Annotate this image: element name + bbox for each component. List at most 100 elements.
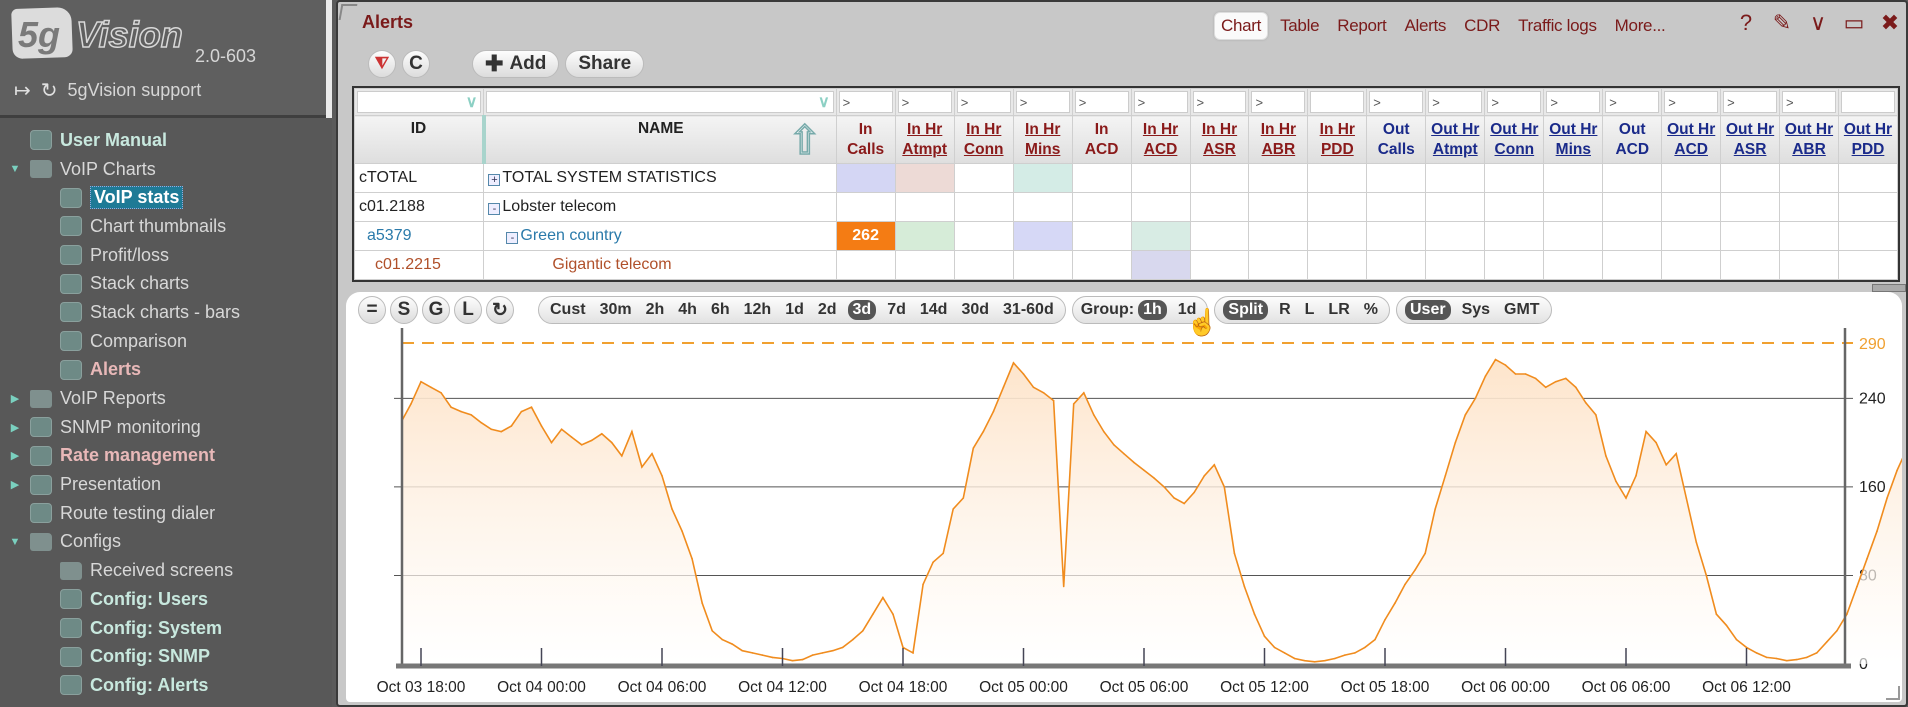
collapsed-arrow-icon[interactable]: ▶ [8, 392, 22, 405]
edit-icon[interactable]: ✎ [1769, 10, 1795, 36]
column-header-in-hr-mins[interactable]: In Hr Mins [1012, 115, 1073, 164]
column-filter-input[interactable]: > [1074, 91, 1129, 113]
data-cell[interactable] [1071, 250, 1132, 280]
data-cell[interactable] [1189, 163, 1250, 193]
close-icon[interactable]: ✖ [1877, 10, 1903, 36]
data-cell[interactable] [1661, 163, 1722, 193]
column-filter-input[interactable]: > [1428, 91, 1483, 113]
table-row[interactable]: c01.2188 - Lobster telecom [354, 192, 1898, 222]
data-cell[interactable] [894, 250, 955, 280]
data-cell[interactable] [894, 221, 955, 251]
tab-alerts[interactable]: Alerts [1398, 13, 1452, 39]
name-filter-input[interactable]: ∨ [486, 91, 834, 113]
column-filter-input[interactable]: > [1133, 91, 1188, 113]
sidebar-item-stack-charts-bars[interactable]: Stack charts - bars [0, 298, 332, 327]
data-cell[interactable] [1602, 192, 1663, 222]
data-cell[interactable] [1130, 221, 1191, 251]
table-row[interactable]: a5379- Green country 262 [354, 221, 1898, 251]
column-filter-input[interactable]: > [1546, 91, 1601, 113]
maximize-icon[interactable]: ▭ [1841, 10, 1867, 36]
data-cell[interactable] [1425, 192, 1486, 222]
sidebar-item-comparison[interactable]: Comparison [0, 327, 332, 356]
data-cell[interactable] [1189, 192, 1250, 222]
data-cell[interactable] [1425, 250, 1486, 280]
data-cell[interactable] [1837, 221, 1898, 251]
column-header-out-hr-asr[interactable]: Out Hr ASR [1720, 115, 1781, 164]
tab-table[interactable]: Table [1274, 13, 1325, 39]
tab-traffic-logs[interactable]: Traffic logs [1512, 13, 1603, 39]
collapsed-arrow-icon[interactable]: ▶ [8, 421, 22, 434]
column-header-in-hr-asr[interactable]: In Hr ASR [1189, 115, 1250, 164]
data-cell[interactable]: 262 [835, 221, 896, 251]
data-cell[interactable] [1071, 221, 1132, 251]
column-header-in-hr-conn[interactable]: In Hr Conn [953, 115, 1014, 164]
expand-icon[interactable]: + [488, 174, 501, 186]
id-filter-input[interactable]: ∨ [357, 91, 482, 113]
sidebar-item-route-testing-dialer[interactable]: Route testing dialer [0, 499, 332, 528]
column-header-in-calls[interactable]: In Calls [835, 115, 896, 164]
data-cell[interactable] [1661, 221, 1722, 251]
help-icon[interactable]: ? [1733, 10, 1759, 36]
table-row[interactable]: c01.2215 Gigantic telecom [354, 250, 1898, 280]
sidebar-item-config-system[interactable]: Config: System [0, 614, 332, 643]
collapse-tree-icon[interactable]: - [506, 232, 519, 244]
column-header-out-hr-mins[interactable]: Out Hr Mins [1543, 115, 1604, 164]
sidebar-item-voip-reports[interactable]: ▶ VoIP Reports [0, 384, 332, 413]
column-header-out-hr-conn[interactable]: Out Hr Conn [1484, 115, 1545, 164]
data-cell[interactable] [953, 221, 1014, 251]
data-cell[interactable] [1837, 163, 1898, 193]
column-header-in-acd[interactable]: In ACD [1071, 115, 1132, 164]
sidebar-item-profit-loss[interactable]: Profit/loss [0, 241, 332, 270]
data-cell[interactable] [1248, 221, 1309, 251]
data-cell[interactable] [1307, 250, 1368, 280]
sidebar-item-chart-thumbnails[interactable]: Chart thumbnails [0, 212, 332, 241]
data-cell[interactable] [1012, 163, 1073, 193]
column-header-in-hr-atmpt[interactable]: In Hr Atmpt [894, 115, 955, 164]
data-cell[interactable] [1661, 250, 1722, 280]
data-cell[interactable] [1484, 250, 1545, 280]
collapse-icon[interactable]: ∨ [1805, 10, 1831, 36]
filter-clear-button[interactable]: ⧨ [368, 50, 396, 78]
column-header-id[interactable]: ID [354, 115, 486, 164]
column-filter-input[interactable]: > [838, 91, 893, 113]
table-row[interactable]: cTOTAL + TOTAL SYSTEM STATISTICS [354, 163, 1898, 193]
tab-more[interactable]: More... [1609, 13, 1672, 39]
data-cell[interactable] [953, 192, 1014, 222]
data-cell[interactable] [1307, 192, 1368, 222]
resize-grip-icon[interactable] [338, 4, 358, 20]
column-filter-input[interactable]: > [1664, 91, 1719, 113]
collapsed-arrow-icon[interactable]: ▶ [8, 449, 22, 462]
data-cell[interactable] [1012, 192, 1073, 222]
refresh-icon[interactable]: ↻ [41, 78, 58, 103]
sidebar-item-snmp-monitoring[interactable]: ▶ SNMP monitoring [0, 413, 332, 442]
column-filter-input[interactable]: > [1487, 91, 1542, 113]
data-cell[interactable] [953, 250, 1014, 280]
data-cell[interactable] [1543, 221, 1604, 251]
data-cell[interactable] [1837, 192, 1898, 222]
horizontal-scrollbar[interactable] [1872, 284, 1906, 292]
clear-button[interactable]: C [402, 50, 430, 78]
data-cell[interactable] [1189, 250, 1250, 280]
data-cell[interactable] [1425, 221, 1486, 251]
column-header-out-hr-acd[interactable]: Out Hr ACD [1661, 115, 1722, 164]
sidebar-item-voip-charts[interactable]: ▼ VoIP Charts [0, 155, 332, 184]
data-cell[interactable] [1543, 163, 1604, 193]
data-cell[interactable] [1602, 163, 1663, 193]
data-cell[interactable] [1307, 221, 1368, 251]
data-cell[interactable] [1720, 192, 1781, 222]
data-cell[interactable] [1484, 163, 1545, 193]
data-cell[interactable] [1248, 250, 1309, 280]
data-cell[interactable] [1130, 250, 1191, 280]
column-header-out-acd[interactable]: Out ACD [1602, 115, 1663, 164]
column-filter-input[interactable]: > [1369, 91, 1424, 113]
collapse-tree-icon[interactable]: - [488, 203, 501, 215]
data-cell[interactable] [1720, 250, 1781, 280]
column-filter-input[interactable]: > [956, 91, 1011, 113]
data-cell[interactable] [894, 192, 955, 222]
column-filter-input[interactable]: > [897, 91, 952, 113]
sidebar-item-config-users[interactable]: Config: Users [0, 585, 332, 614]
data-cell[interactable] [1720, 221, 1781, 251]
data-cell[interactable] [1779, 163, 1839, 193]
data-cell[interactable] [1012, 221, 1073, 251]
sidebar-item-received-screens[interactable]: Received screens [0, 556, 332, 585]
